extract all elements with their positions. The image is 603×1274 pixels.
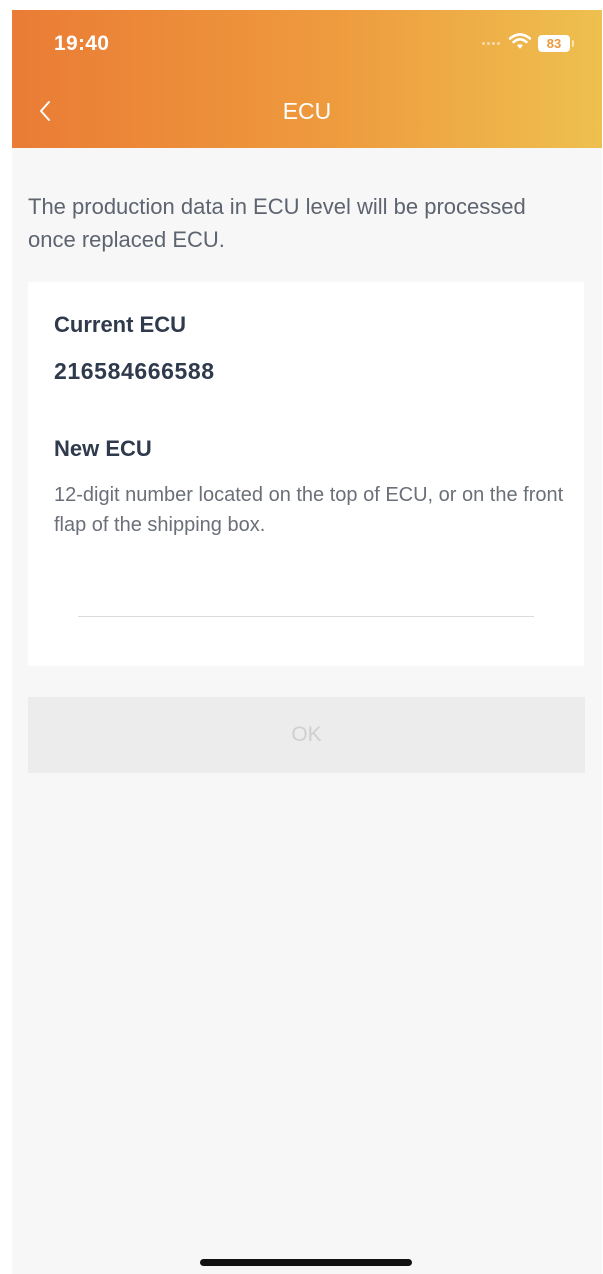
home-indicator — [200, 1259, 412, 1266]
new-ecu-input[interactable] — [78, 582, 534, 617]
current-ecu-label: Current ECU — [54, 312, 187, 337]
new-ecu-help-text: 12-digit number located on the top of EC… — [54, 484, 564, 536]
current-ecu-value: 216584666588 — [54, 358, 215, 384]
app-screen: 19:40 83 ECU The production data in ECU … — [12, 10, 602, 1274]
status-time: 19:40 — [54, 32, 110, 55]
signal-dots-icon — [482, 42, 502, 46]
wifi-icon — [508, 32, 532, 50]
page-title: ECU — [282, 98, 332, 124]
ok-button[interactable]: OK — [28, 697, 585, 773]
battery-icon: 83 — [538, 35, 570, 52]
new-ecu-label: New ECU — [54, 436, 152, 461]
ecu-card: Current ECU 216584666588 New ECU 12-digi… — [28, 282, 584, 666]
app-header: 19:40 83 ECU — [12, 10, 602, 148]
intro-text: The production data in ECU level will be… — [28, 194, 526, 252]
battery-level: 83 — [546, 36, 562, 51]
battery-nub — [572, 40, 574, 47]
